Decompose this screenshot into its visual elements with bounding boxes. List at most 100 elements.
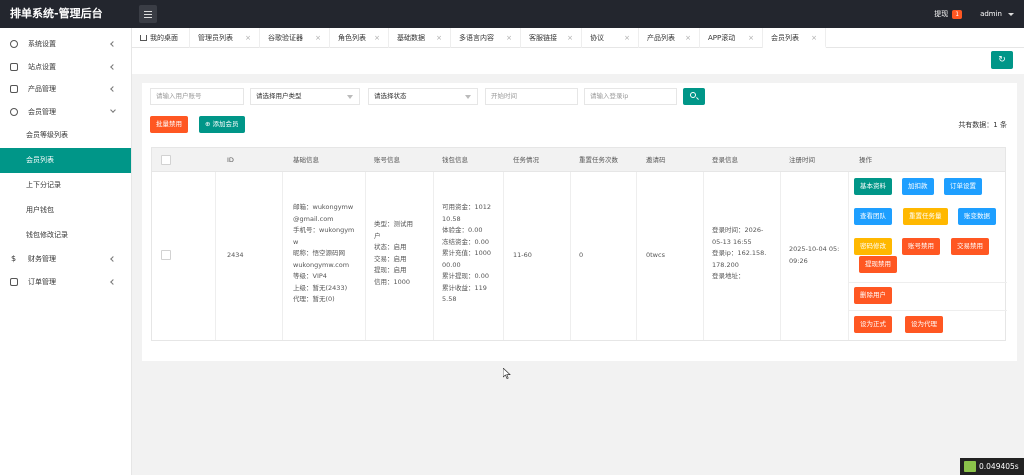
plus-circle-icon: ⊕ <box>205 120 213 128</box>
reset-task-button[interactable]: 重置任务量 <box>903 208 948 225</box>
wallet-line: 10.58 <box>442 214 461 223</box>
col-id: ID <box>227 156 234 164</box>
withdraw-link[interactable]: 提现 <box>934 9 948 19</box>
sidebar-item-members[interactable]: 会员管理 <box>0 101 131 124</box>
tab-multilang[interactable]: 多语言内容 × <box>451 28 521 48</box>
login-ip-input[interactable]: 请输入登录ip <box>584 88 677 105</box>
account-input[interactable]: 请输入用户账号 <box>150 88 244 105</box>
chevron-left-icon <box>110 256 116 262</box>
sidebar-item-orders[interactable]: 订单管理 <box>0 271 131 294</box>
order-settings-button[interactable]: 订单设置 <box>944 178 982 195</box>
account-change-button[interactable]: 账变数据 <box>958 208 996 225</box>
account-line: 交易：启用 <box>374 254 407 263</box>
register-line: 2025-10-04 05: <box>789 245 840 253</box>
tab-role-list[interactable]: 角色列表 × <box>330 28 389 48</box>
chevron-left-icon <box>110 86 116 92</box>
sidebar-item-finance[interactable]: $ 财务管理 <box>0 248 131 271</box>
tab-my-desktop[interactable]: 我的桌面 <box>132 28 190 48</box>
cell-task-status: 11-60 <box>513 251 532 259</box>
chevron-down-icon[interactable] <box>1008 12 1014 16</box>
tab-app-scroll[interactable]: APP滚动 × <box>700 28 763 48</box>
sidebar-item-label: 系统设置 <box>28 40 56 48</box>
password-change-button[interactable]: 密码修改 <box>854 238 892 255</box>
batch-ban-button[interactable]: 批量禁用 <box>150 116 188 133</box>
tab-google-auth[interactable]: 谷歌验证器 × <box>260 28 330 48</box>
divider <box>365 172 366 340</box>
set-formal-button[interactable]: 设为正式 <box>854 316 892 333</box>
start-time-input[interactable]: 开始时间 <box>485 88 578 105</box>
box-icon <box>10 85 18 93</box>
set-agent-button[interactable]: 设为代理 <box>905 316 943 333</box>
menu-toggle-icon[interactable] <box>139 5 157 23</box>
sidebar-item-site-settings[interactable]: 站点设置 <box>0 56 131 79</box>
refresh-button[interactable]: ↻ <box>991 51 1013 69</box>
cell-invite-code: 0twcs <box>646 251 665 259</box>
view-team-button[interactable]: 查看团队 <box>854 208 892 225</box>
divider <box>849 310 1007 311</box>
select-value: 请选择用户类型 <box>256 92 302 100</box>
col-account-info: 账号信息 <box>374 156 400 164</box>
user-menu[interactable]: admin <box>980 10 1002 18</box>
table-row: 2434 邮箱：wukongymw @gmail.com 手机号：wukongy… <box>152 172 1007 340</box>
divider <box>703 172 704 340</box>
close-icon[interactable]: × <box>436 28 442 48</box>
tab-member-list[interactable]: 会员列表 × <box>763 28 826 48</box>
register-line: 09:26 <box>789 256 808 265</box>
sidebar-subitem-user-wallet[interactable]: 用户钱包 <box>0 198 131 223</box>
divider <box>849 282 1007 283</box>
close-icon[interactable]: × <box>567 28 573 48</box>
select-all-checkbox[interactable] <box>161 155 171 165</box>
delete-user-button[interactable]: 删除用户 <box>854 287 892 304</box>
tab-admin-list[interactable]: 管理员列表 × <box>190 28 260 48</box>
add-member-button[interactable]: ⊕ 添加会员 <box>199 116 245 133</box>
close-icon[interactable]: × <box>374 28 380 48</box>
user-type-select[interactable]: 请选择用户类型 <box>250 88 360 105</box>
debug-timer: 0.049405s <box>960 458 1024 475</box>
close-icon[interactable]: × <box>245 28 251 48</box>
cell-account-info: 类型：测试用 户 状态：启用 交易：启用 提现：启用 信用：1000 <box>374 219 432 288</box>
tab-label: 基础数据 <box>397 34 425 42</box>
close-icon[interactable]: × <box>624 28 630 48</box>
top-right: 提现 1 admin <box>934 0 1014 28</box>
tab-product-list[interactable]: 产品列表 × <box>639 28 700 48</box>
sidebar-item-products[interactable]: 产品管理 <box>0 78 131 101</box>
sidebar-item-label: 会员管理 <box>28 107 56 116</box>
basic-info-button[interactable]: 基本资料 <box>854 178 892 195</box>
col-reset-count: 重置任务次数 <box>579 156 618 164</box>
account-line: 户 <box>374 231 381 240</box>
add-deduct-button[interactable]: 加扣款 <box>902 178 934 195</box>
app-title: 排单系统-管理后台 <box>10 7 103 20</box>
sidebar-subitem-points-records[interactable]: 上下分记录 <box>0 173 131 198</box>
basic-line: 昵称：悟空源码网 <box>293 249 345 257</box>
tab-agreement[interactable]: 协议 × <box>582 28 639 48</box>
close-icon[interactable]: × <box>315 28 321 48</box>
close-icon[interactable]: × <box>506 28 512 48</box>
ban-withdraw-button[interactable]: 提现禁用 <box>859 256 897 273</box>
close-icon[interactable]: × <box>685 28 691 48</box>
tab-basic-data[interactable]: 基础数据 × <box>389 28 451 48</box>
search-button[interactable] <box>683 88 705 105</box>
tab-label: 协议 <box>590 34 604 42</box>
sidebar-subitem-wallet-changes[interactable]: 钱包修改记录 <box>0 223 131 248</box>
member-list-panel: 请输入用户账号 请选择用户类型 请选择状态 开始时间 请输入登录ip 批量禁用 … <box>142 83 1017 361</box>
account-line: 类型：测试用 <box>374 220 413 228</box>
ban-trade-button[interactable]: 交易禁用 <box>951 238 989 255</box>
tab-label: 产品列表 <box>647 34 675 42</box>
cell-wallet-info: 可用资金：1012 10.58 体验金：0.00 冻结资金：0.00 累计充值：… <box>442 202 504 306</box>
close-icon[interactable]: × <box>811 28 817 48</box>
user-icon <box>10 107 18 116</box>
sidebar-item-system-settings[interactable]: 系统设置 <box>0 33 131 56</box>
ban-account-button[interactable]: 账号禁用 <box>902 238 940 255</box>
button-label: 添加会员 <box>212 120 239 128</box>
chevron-down-icon <box>110 106 116 113</box>
sidebar-subitem-member-list[interactable]: 会员列表 <box>0 148 131 173</box>
basic-line: wukongymw.com <box>293 260 350 269</box>
chevron-down-icon <box>347 95 353 99</box>
tab-support-links[interactable]: 客服链接 × <box>521 28 582 48</box>
total-count: 共有数据：1 条 <box>958 121 1007 129</box>
close-icon[interactable]: × <box>748 28 754 48</box>
row-checkbox[interactable] <box>161 250 171 260</box>
sidebar-subitem-member-levels[interactable]: 会员等级列表 <box>0 123 131 148</box>
status-select[interactable]: 请选择状态 <box>368 88 478 105</box>
toolbar: ↻ <box>132 48 1024 74</box>
